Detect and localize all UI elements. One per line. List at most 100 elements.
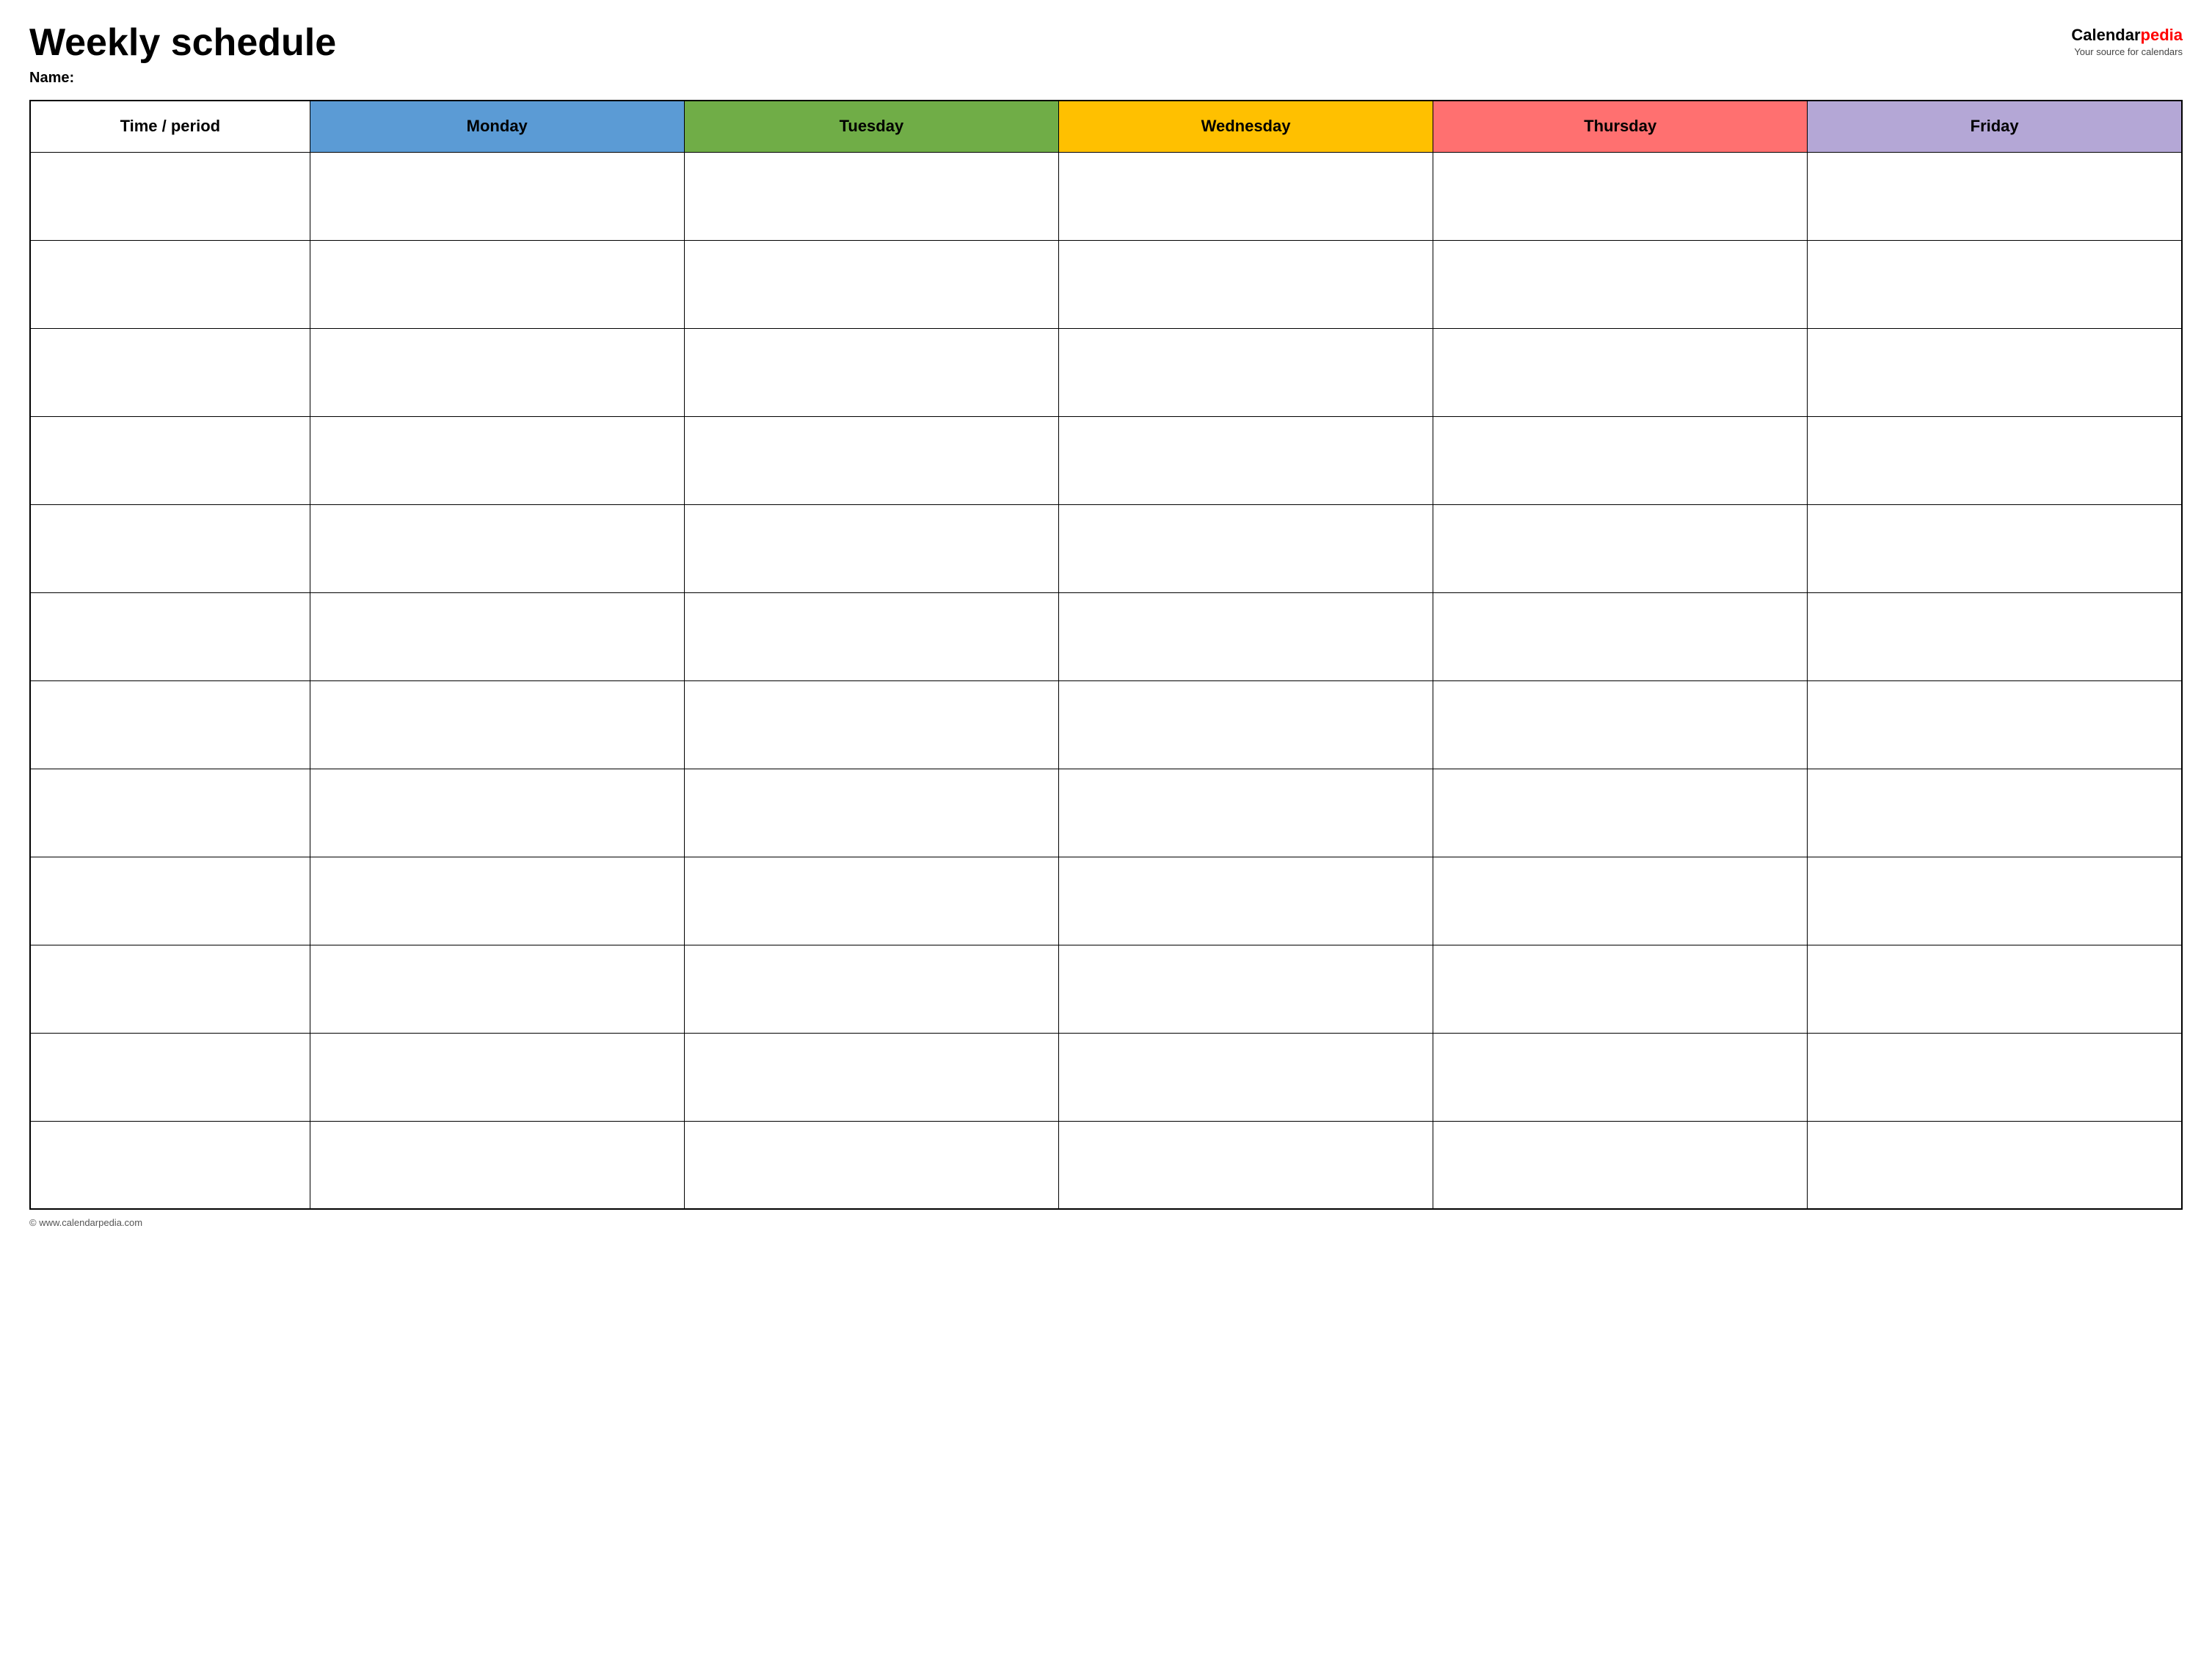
schedule-cell[interactable]: [1058, 240, 1433, 328]
schedule-cell[interactable]: [684, 1121, 1058, 1209]
schedule-cell[interactable]: [1808, 1121, 2182, 1209]
table-row: [30, 152, 2182, 240]
schedule-cell[interactable]: [1808, 945, 2182, 1033]
schedule-cell[interactable]: [1058, 769, 1433, 857]
schedule-cell[interactable]: [684, 416, 1058, 504]
schedule-cell[interactable]: [684, 680, 1058, 769]
time-cell[interactable]: [30, 416, 310, 504]
schedule-cell[interactable]: [310, 416, 684, 504]
schedule-cell[interactable]: [1433, 592, 1808, 680]
time-cell[interactable]: [30, 1121, 310, 1209]
schedule-cell[interactable]: [1433, 152, 1808, 240]
footer: © www.calendarpedia.com: [29, 1217, 2183, 1228]
logo-calendar: Calendar: [2071, 26, 2140, 44]
table-row: [30, 1033, 2182, 1121]
schedule-cell[interactable]: [684, 1033, 1058, 1121]
schedule-cell[interactable]: [1433, 680, 1808, 769]
table-header-row: Time / period Monday Tuesday Wednesday T…: [30, 101, 2182, 152]
schedule-cell[interactable]: [1808, 416, 2182, 504]
schedule-cell[interactable]: [684, 240, 1058, 328]
schedule-cell[interactable]: [1058, 945, 1433, 1033]
schedule-cell[interactable]: [310, 945, 684, 1033]
schedule-cell[interactable]: [310, 592, 684, 680]
table-row: [30, 592, 2182, 680]
schedule-cell[interactable]: [310, 680, 684, 769]
table-row: [30, 504, 2182, 592]
schedule-cell[interactable]: [310, 152, 684, 240]
schedule-cell[interactable]: [1058, 416, 1433, 504]
column-header-friday: Friday: [1808, 101, 2182, 152]
name-label: Name:: [29, 70, 336, 87]
weekly-schedule-table: Time / period Monday Tuesday Wednesday T…: [29, 100, 2183, 1210]
schedule-cell[interactable]: [1058, 1033, 1433, 1121]
schedule-cell[interactable]: [1808, 152, 2182, 240]
schedule-cell[interactable]: [1433, 240, 1808, 328]
time-cell[interactable]: [30, 769, 310, 857]
column-header-monday: Monday: [310, 101, 684, 152]
schedule-cell[interactable]: [310, 857, 684, 945]
page-header: Weekly schedule Name: Calendarpedia Your…: [29, 22, 2183, 87]
schedule-cell[interactable]: [310, 1121, 684, 1209]
schedule-cell[interactable]: [684, 504, 1058, 592]
schedule-cell[interactable]: [310, 1033, 684, 1121]
table-row: [30, 769, 2182, 857]
schedule-cell[interactable]: [1808, 240, 2182, 328]
schedule-cell[interactable]: [684, 945, 1058, 1033]
schedule-cell[interactable]: [1433, 504, 1808, 592]
schedule-cell[interactable]: [684, 152, 1058, 240]
time-cell[interactable]: [30, 592, 310, 680]
schedule-cell[interactable]: [1808, 857, 2182, 945]
schedule-cell[interactable]: [684, 857, 1058, 945]
table-row: [30, 1121, 2182, 1209]
schedule-cell[interactable]: [1058, 592, 1433, 680]
time-cell[interactable]: [30, 152, 310, 240]
schedule-cell[interactable]: [1433, 945, 1808, 1033]
schedule-cell[interactable]: [1058, 680, 1433, 769]
schedule-cell[interactable]: [1433, 1121, 1808, 1209]
schedule-cell[interactable]: [1808, 504, 2182, 592]
time-cell[interactable]: [30, 1033, 310, 1121]
schedule-cell[interactable]: [684, 328, 1058, 416]
schedule-body: [30, 152, 2182, 1209]
title-area: Weekly schedule Name:: [29, 22, 336, 87]
column-header-wednesday: Wednesday: [1058, 101, 1433, 152]
schedule-cell[interactable]: [684, 769, 1058, 857]
table-row: [30, 945, 2182, 1033]
schedule-cell[interactable]: [684, 592, 1058, 680]
logo-pedia: pedia: [2141, 26, 2183, 44]
time-cell[interactable]: [30, 857, 310, 945]
schedule-cell[interactable]: [1058, 328, 1433, 416]
schedule-cell[interactable]: [1433, 857, 1808, 945]
schedule-cell[interactable]: [1058, 1121, 1433, 1209]
table-row: [30, 240, 2182, 328]
column-header-tuesday: Tuesday: [684, 101, 1058, 152]
time-cell[interactable]: [30, 945, 310, 1033]
logo-text: Calendarpedia: [2071, 26, 2183, 45]
schedule-cell[interactable]: [1808, 680, 2182, 769]
schedule-cell[interactable]: [1058, 152, 1433, 240]
schedule-cell[interactable]: [1058, 504, 1433, 592]
column-header-thursday: Thursday: [1433, 101, 1808, 152]
schedule-cell[interactable]: [1808, 328, 2182, 416]
table-row: [30, 680, 2182, 769]
schedule-cell[interactable]: [1433, 1033, 1808, 1121]
time-cell[interactable]: [30, 240, 310, 328]
schedule-cell[interactable]: [1433, 328, 1808, 416]
schedule-cell[interactable]: [310, 240, 684, 328]
schedule-cell[interactable]: [1808, 1033, 2182, 1121]
schedule-cell[interactable]: [1808, 592, 2182, 680]
time-cell[interactable]: [30, 504, 310, 592]
schedule-cell[interactable]: [310, 504, 684, 592]
logo-subtitle: Your source for calendars: [2074, 46, 2183, 57]
time-cell[interactable]: [30, 680, 310, 769]
schedule-cell[interactable]: [1433, 416, 1808, 504]
time-cell[interactable]: [30, 328, 310, 416]
schedule-cell[interactable]: [1433, 769, 1808, 857]
schedule-cell[interactable]: [310, 769, 684, 857]
schedule-cell[interactable]: [1058, 857, 1433, 945]
schedule-cell[interactable]: [1808, 769, 2182, 857]
table-row: [30, 328, 2182, 416]
schedule-cell[interactable]: [310, 328, 684, 416]
logo-area: Calendarpedia Your source for calendars: [2071, 26, 2183, 57]
column-header-time: Time / period: [30, 101, 310, 152]
